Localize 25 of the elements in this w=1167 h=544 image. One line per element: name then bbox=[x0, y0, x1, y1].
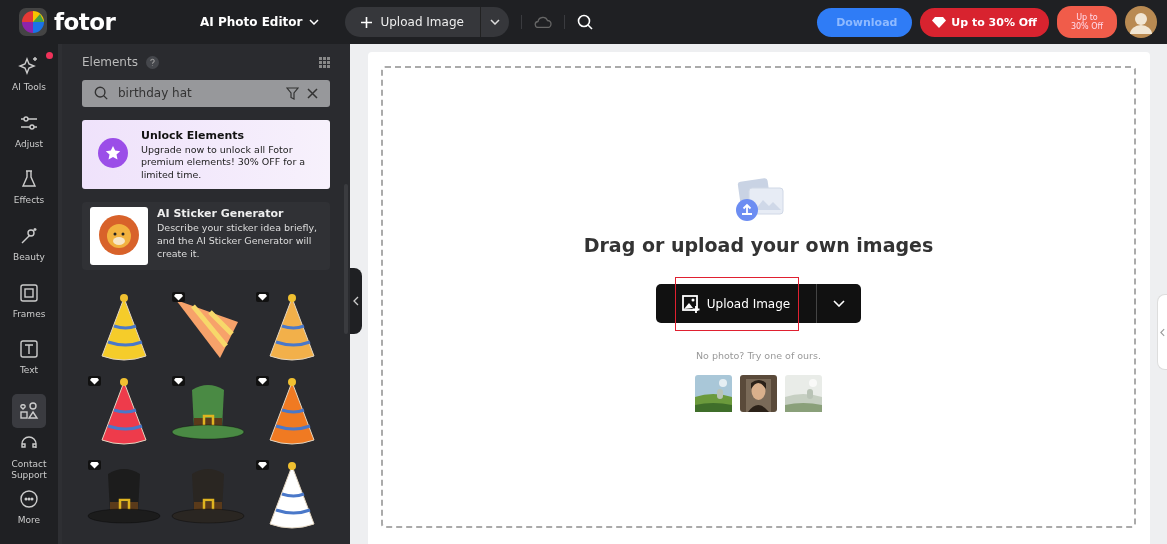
sample-hint: No photo? Try one of ours. bbox=[696, 350, 821, 361]
search-field[interactable]: birthday hat bbox=[82, 80, 330, 107]
generator-card[interactable]: AI Sticker Generator Describe your sticker idea briefly, and the AI Sticker Generator will create it. bbox=[82, 202, 330, 270]
upload-button[interactable]: Upload Image bbox=[655, 284, 817, 323]
rail-item[interactable]: More bbox=[1, 487, 57, 544]
panel-title: Elements bbox=[82, 55, 138, 70]
offer-button[interactable]: Up to 30% Off bbox=[920, 7, 1049, 37]
drop-heading: Drag or upload your own images bbox=[583, 234, 934, 256]
rail-item[interactable]: Contact Support bbox=[1, 430, 57, 488]
editor-menu[interactable]: AI Photo Editor bbox=[200, 15, 320, 29]
promo-text: Upgrade now to unlock all Fotor premium elements! 30% OFF for a limited time. bbox=[141, 143, 307, 182]
rail-item[interactable]: Adjust bbox=[1, 110, 57, 168]
rail-item[interactable]: AI Tools bbox=[1, 54, 57, 111]
generator-text: Describe your sticker idea briefly, and the AI Sticker Generator will create it. bbox=[157, 222, 319, 261]
rail-item[interactable]: Effects bbox=[1, 167, 57, 224]
generator-title: AI Sticker Generator bbox=[157, 207, 285, 220]
rail-item[interactable]: Frames bbox=[1, 280, 57, 338]
search-input[interactable]: birthday hat bbox=[116, 85, 278, 102]
rail-item[interactable]: Text bbox=[1, 337, 57, 394]
promo-title: Unlock Elements bbox=[141, 128, 246, 142]
logo-wordmark[interactable]: fotor bbox=[54, 9, 116, 35]
upload-button[interactable]: Upload Image bbox=[345, 7, 480, 37]
rail-item[interactable]: Beauty bbox=[1, 223, 57, 281]
drop-zone[interactable]: Drag or upload your own images Upload Image No photo? Try one of ours. bbox=[381, 66, 1136, 528]
promo-card[interactable]: Unlock Elements Upgrade now to unlock all Fotor premium elements! 30% OFF for a limited time. bbox=[82, 119, 330, 189]
